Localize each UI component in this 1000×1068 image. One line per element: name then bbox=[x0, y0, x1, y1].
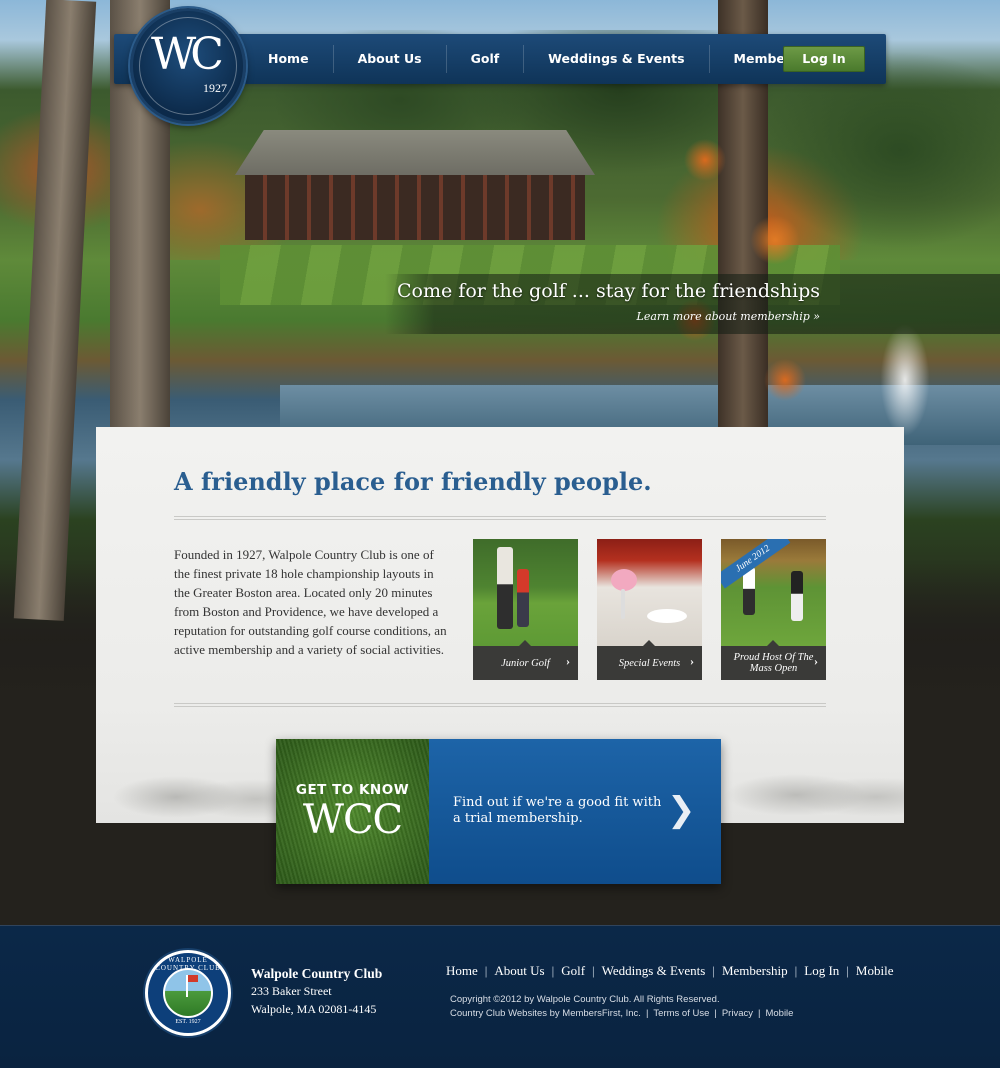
footer-address-street: 233 Baker Street bbox=[251, 984, 332, 998]
flag-icon bbox=[186, 975, 198, 997]
login-button[interactable]: Log In bbox=[783, 46, 865, 72]
cta-kicker: GET TO KNOW bbox=[295, 782, 410, 798]
footer-link-home[interactable]: Home bbox=[446, 963, 478, 979]
clubhouse-image bbox=[235, 130, 595, 240]
divider bbox=[174, 703, 826, 707]
logo-year: 1927 bbox=[203, 81, 227, 95]
date-ribbon: June 2012 bbox=[721, 539, 791, 589]
mass-open-photo: June 2012 bbox=[721, 539, 826, 646]
seal-est: EST. 1927 bbox=[175, 1019, 201, 1025]
wcc-logo[interactable]: WC 1927 bbox=[130, 8, 246, 124]
nav-menu: Home About Us Golf Weddings & Events Mem… bbox=[244, 34, 845, 84]
footer-link-weddings-events[interactable]: Weddings & Events bbox=[602, 963, 706, 979]
page-heading: A friendly place for friendly people. bbox=[174, 467, 652, 496]
footer: WALPOLE COUNTRY CLUB EST. 1927 Walpole C… bbox=[0, 925, 1000, 1068]
tile-mass-open[interactable]: June 2012 Proud Host Of The Mass Open › bbox=[721, 539, 826, 680]
cta-grass-panel: GET TO KNOW WCC bbox=[276, 739, 429, 884]
hero-banner: Come for the golf ... stay for the frien… bbox=[385, 274, 1000, 334]
cta-text: Find out if we're a good fit with a tria… bbox=[453, 795, 662, 826]
nav-home[interactable]: Home bbox=[244, 45, 334, 73]
autumn-leaves bbox=[665, 100, 815, 420]
cta-blue-panel: Find out if we're a good fit with a tria… bbox=[429, 739, 721, 884]
tile-special-events[interactable]: Special Events › bbox=[597, 539, 702, 680]
credits-link-mobile[interactable]: Mobile bbox=[765, 1008, 793, 1019]
chevron-right-icon: › bbox=[690, 654, 694, 668]
footer-link-log-in[interactable]: Log In bbox=[804, 963, 839, 979]
tile-caption: Special Events › bbox=[597, 646, 702, 680]
special-events-photo bbox=[597, 539, 702, 646]
cta-wcc: WCC bbox=[302, 797, 403, 843]
chevron-right-icon: › bbox=[814, 654, 818, 668]
copyright: Copyright ©2012 by Walpole Country Club.… bbox=[450, 994, 720, 1005]
intro-paragraph: Founded in 1927, Walpole Country Club is… bbox=[174, 547, 447, 657]
hero-title: Come for the golf ... stay for the frien… bbox=[397, 280, 820, 302]
junior-golf-photo bbox=[473, 539, 578, 646]
footer-address-city: Walpole, MA 02081-4145 bbox=[251, 1002, 377, 1016]
divider bbox=[174, 516, 826, 520]
credits-link-terms[interactable]: Terms of Use bbox=[653, 1008, 709, 1019]
nav-weddings-events[interactable]: Weddings & Events bbox=[524, 45, 710, 73]
tile-caption: Junior Golf › bbox=[473, 646, 578, 680]
footer-nav: Home | About Us | Golf | Weddings & Events |… bbox=[446, 963, 894, 979]
chevron-right-icon[interactable]: ❯ bbox=[667, 793, 696, 827]
footer-club-name: Walpole Country Club bbox=[251, 966, 383, 981]
logo-monogram: WC bbox=[151, 29, 224, 80]
footer-link-membership[interactable]: Membership bbox=[722, 963, 788, 979]
footer-credits: Country Club Websites by MembersFirst, I… bbox=[450, 1008, 794, 1019]
nav-about-us[interactable]: About Us bbox=[334, 45, 447, 73]
footer-link-about-us[interactable]: About Us bbox=[494, 963, 544, 979]
footer-link-mobile[interactable]: Mobile bbox=[856, 963, 894, 979]
membership-link[interactable]: Learn more about membership » bbox=[637, 310, 820, 323]
nav-golf[interactable]: Golf bbox=[447, 45, 525, 73]
tile-junior-golf[interactable]: Junior Golf › bbox=[473, 539, 578, 680]
chevron-right-icon: › bbox=[566, 654, 570, 668]
credits-link-privacy[interactable]: Privacy bbox=[722, 1008, 753, 1019]
club-seal-logo: WALPOLE COUNTRY CLUB EST. 1927 bbox=[145, 950, 231, 1036]
credits-link-membersfirst[interactable]: Country Club Websites by MembersFirst, I… bbox=[450, 1008, 641, 1019]
tile-caption: Proud Host Of The Mass Open › bbox=[721, 646, 826, 680]
footer-link-golf[interactable]: Golf bbox=[561, 963, 585, 979]
trial-membership-cta[interactable]: GET TO KNOW WCC Find out if we're a good… bbox=[276, 739, 721, 884]
